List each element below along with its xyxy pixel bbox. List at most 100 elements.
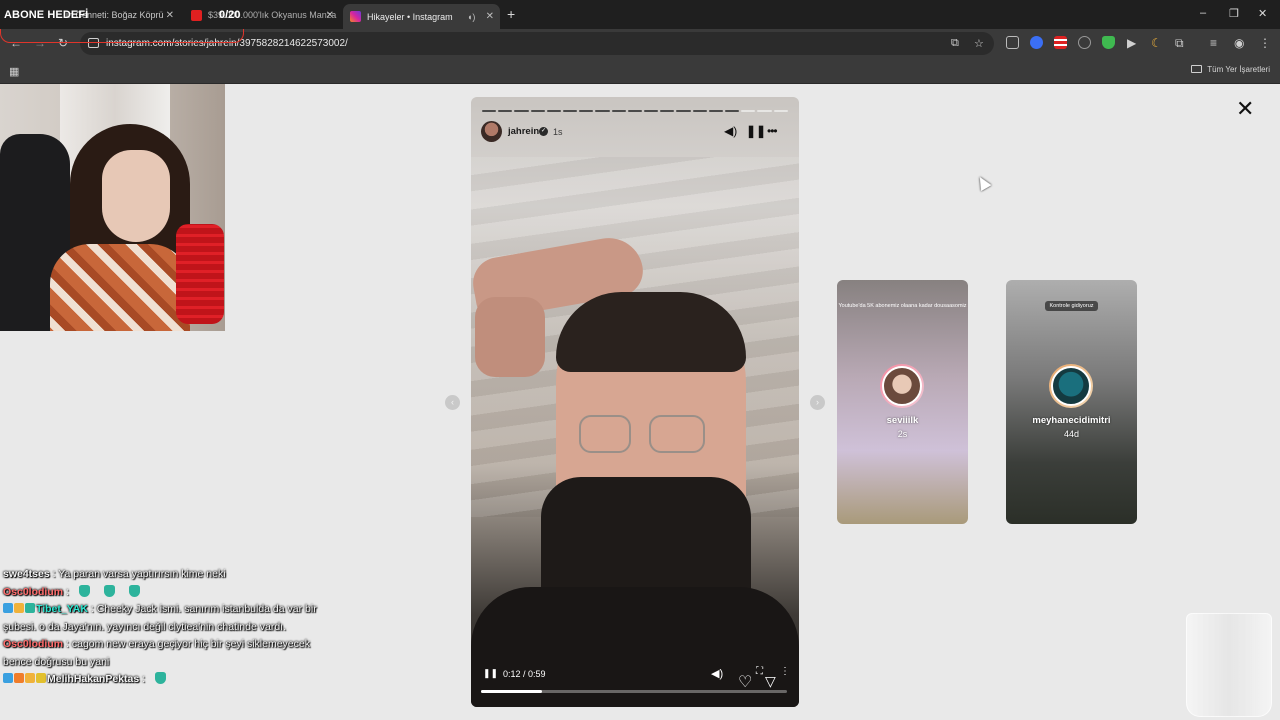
alert-underline xyxy=(0,29,244,43)
chat-badge-icon xyxy=(36,673,46,683)
menu-kebab-icon[interactable]: ⋮ xyxy=(1259,36,1271,50)
abone-hedefi-label: ABONE HEDEFİ xyxy=(4,9,89,21)
instagram-favicon-icon xyxy=(350,11,361,22)
extension-blue-icon[interactable] xyxy=(1030,36,1043,49)
webcam-overlay xyxy=(0,84,225,331)
fullscreen-icon[interactable]: ⛶ xyxy=(756,666,763,677)
extension-shield-icon[interactable] xyxy=(1102,36,1115,49)
story-progress-bar xyxy=(482,110,788,112)
tab-close-icon[interactable]: ✕ xyxy=(326,10,334,21)
extensions-puzzle-icon[interactable]: ⧉ xyxy=(1175,36,1184,51)
chat-badge-icon xyxy=(14,673,24,683)
extension-icon[interactable] xyxy=(1006,36,1019,49)
media-controls-icon[interactable]: ≡ xyxy=(1210,36,1217,50)
chat-emote-icon xyxy=(154,672,166,684)
story-progress-segment xyxy=(660,110,675,112)
story-hair xyxy=(556,292,746,372)
story-progress-segment xyxy=(773,110,788,112)
story-progress-segment xyxy=(579,110,594,112)
story-progress-segment xyxy=(708,110,724,112)
webcam-face xyxy=(102,150,170,242)
chat-badge-icon xyxy=(3,673,13,683)
tab-okyanus[interactable]: $39.000.000'lık Okyanus Manza ✕ xyxy=(185,4,340,26)
story-progress-segment xyxy=(482,110,497,112)
story-header: jahrein ✓ 1s ◀) ❚❚ ••• xyxy=(481,121,789,143)
chat-message: Osc0lodium : xyxy=(3,584,333,602)
tab-close-icon[interactable]: ✕ xyxy=(486,11,494,22)
chat-username: swe4tses xyxy=(3,568,50,580)
preview-caption: Youtube'da 5K abonemiz olaana kadar dous… xyxy=(838,303,967,309)
install-app-icon[interactable]: ⧉ xyxy=(951,37,959,50)
preview-caption-box: Kontrole gidiyoruz xyxy=(1006,301,1137,311)
new-tab-button[interactable]: + xyxy=(507,6,515,22)
story-progress-segment xyxy=(757,110,772,112)
apps-grid-icon[interactable]: ▦ xyxy=(9,65,19,78)
chat-separator: : xyxy=(63,638,72,650)
story-progress-segment xyxy=(514,110,529,112)
story-avatar[interactable] xyxy=(481,121,502,142)
profile-icon[interactable]: ◉ xyxy=(1234,36,1244,50)
chat-message: swe4tses : Ya paran varsa yaptırırsın ki… xyxy=(3,566,333,584)
audio-icon[interactable]: ◖) xyxy=(467,12,475,22)
like-heart-icon[interactable]: ♡ xyxy=(738,672,752,692)
chat-separator: : xyxy=(63,585,72,598)
story-progress-segment xyxy=(627,110,643,112)
story-glasses-left xyxy=(579,415,631,453)
volume-icon[interactable]: ◀) xyxy=(724,124,737,138)
story-progress-segment xyxy=(611,110,626,112)
chat-text: Ya paran varsa yaptırırsın kime neki xyxy=(58,568,226,580)
story-progress-segment xyxy=(563,110,578,112)
preview-age: 2s xyxy=(897,429,908,439)
story-progress-segment xyxy=(644,110,659,112)
chat-message: MelihHakanPektas : xyxy=(3,671,333,689)
chat-message: Tibet_YAK : Cheeky Jack ismi. sanırım is… xyxy=(3,601,333,636)
maximize-button[interactable]: ❐ xyxy=(1229,7,1239,20)
video-pause-icon[interactable]: ❚❚ xyxy=(483,668,498,679)
extension-play-icon[interactable]: ▶ xyxy=(1127,36,1136,50)
story-preview-card[interactable]: Youtube'da 5K abonemiz olaana kadar dous… xyxy=(837,280,968,524)
preview-username: seviiilk xyxy=(886,415,919,426)
browser-tab-bar: in Cenneti: Boğaz Köprü ✕ $39.000.000'lı… xyxy=(0,0,1280,29)
bookmarks-bar: ▦ Tüm Yer İşaretleri xyxy=(0,58,1280,84)
close-story-icon[interactable]: ✕ xyxy=(1236,98,1254,120)
folder-icon xyxy=(1191,65,1203,73)
webcam-microphone xyxy=(176,224,224,324)
extension-info-icon[interactable] xyxy=(1078,36,1091,49)
extension-flag-icon[interactable] xyxy=(1054,36,1067,49)
send-icon[interactable]: ▽ xyxy=(765,673,776,690)
bookmark-star-icon[interactable]: ☆ xyxy=(974,37,984,50)
story-preview-card[interactable]: Kontrole gidiyoruz meyhanecidimitri 44d xyxy=(1006,280,1137,524)
pause-icon[interactable]: ❚❚ xyxy=(746,124,766,138)
chat-badge-icon xyxy=(3,603,13,613)
story-progress-segment xyxy=(692,110,707,112)
chat-emote-icon xyxy=(103,584,115,597)
more-options-icon[interactable]: ••• xyxy=(767,124,778,138)
story-username[interactable]: jahrein xyxy=(508,126,539,137)
preview-caption: Kontrole gidiyoruz xyxy=(1045,301,1098,311)
minimize-button[interactable]: – xyxy=(1200,7,1206,19)
video-more-icon[interactable]: ⋮ xyxy=(780,666,790,677)
close-window-button[interactable]: ✕ xyxy=(1258,7,1267,20)
video-volume-icon[interactable]: ◀) xyxy=(711,667,723,680)
webcam-body xyxy=(50,244,190,331)
extension-moon-icon[interactable]: ☾ xyxy=(1151,36,1162,50)
story-progress-segment xyxy=(676,110,691,112)
chat-username: Osc0lodium xyxy=(3,585,64,598)
story-time: 1s xyxy=(553,127,563,137)
story-progress-segment xyxy=(530,110,545,112)
story-progress-segment xyxy=(546,110,562,112)
verified-badge-icon: ✓ xyxy=(539,127,548,136)
tab-close-icon[interactable]: ✕ xyxy=(166,10,174,21)
tab-instagram[interactable]: Hikayeler • Instagram ◖) ✕ xyxy=(343,4,500,29)
story-viewer[interactable]: jahrein ✓ 1s ◀) ❚❚ ••• ❚❚ 0:12 / 0:59 ◀)… xyxy=(471,97,799,707)
chat-separator: : xyxy=(87,603,97,615)
chat-badge-icon xyxy=(25,603,35,613)
preview-avatar xyxy=(1051,366,1091,406)
preview-avatar-ring xyxy=(880,364,924,408)
chat-username: Tibet_YAK xyxy=(36,603,88,615)
previous-story-arrow-icon[interactable]: ‹ xyxy=(445,395,460,410)
all-bookmarks-button[interactable]: Tüm Yer İşaretleri xyxy=(1191,65,1270,74)
next-story-arrow-icon[interactable]: › xyxy=(810,395,825,410)
video-scrubber-fill xyxy=(481,690,543,693)
mouse-cursor xyxy=(974,173,992,192)
